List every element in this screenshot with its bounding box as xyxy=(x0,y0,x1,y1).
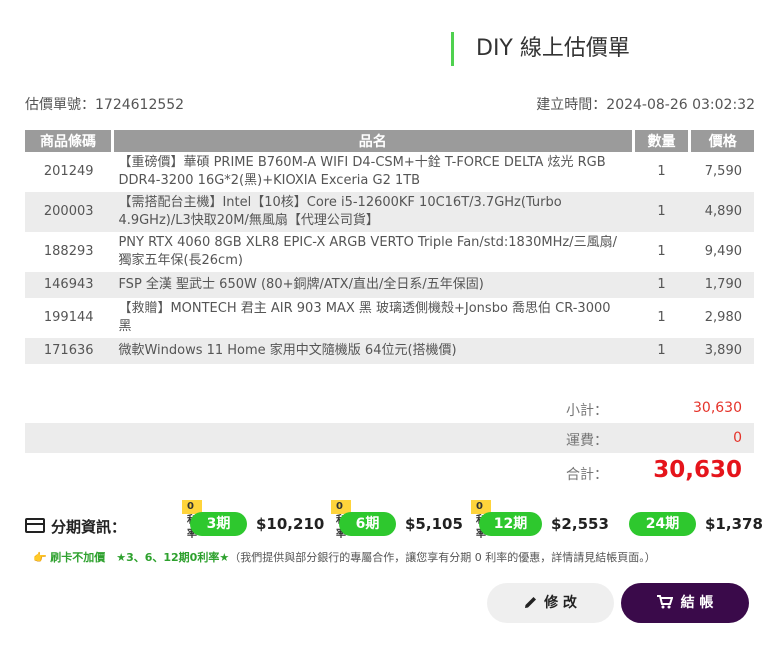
shipping-value: 0 xyxy=(733,430,742,446)
item-name: 【需搭配台主機】Intel【10核】Core i5-12600KF 10C16T… xyxy=(112,192,633,232)
item-code: 146943 xyxy=(25,272,113,298)
quote-number: 估價單號：1724612552 xyxy=(25,97,185,113)
pencil-icon xyxy=(525,597,537,608)
page-title: DIY 線上估價單 xyxy=(476,36,630,61)
item-qty: 1 xyxy=(633,152,690,192)
shipping-row: 運費： 0 xyxy=(25,423,754,453)
header-qty: 數量 xyxy=(633,130,692,152)
item-code: 200003 xyxy=(25,192,113,232)
installment-amount: $1,378 xyxy=(705,515,763,533)
table-row: 199144 【救贈】MONTECH 君主 AIR 903 MAX 黑 玻璃透側… xyxy=(25,298,754,338)
item-price: 7,590 xyxy=(689,152,754,192)
item-price: 4,890 xyxy=(689,192,754,232)
header-name: 品名 xyxy=(112,130,635,152)
item-name: 【救贈】MONTECH 君主 AIR 903 MAX 黑 玻璃透側機殼+Jons… xyxy=(112,298,633,338)
subtotal-value: 30,630 xyxy=(693,400,742,416)
edit-button-label: 修 改 xyxy=(544,595,577,611)
item-code: 171636 xyxy=(25,338,113,364)
item-name: FSP 全漢 聖武士 650W (80+銅牌/ATX/直出/全日系/五年保固) xyxy=(112,272,633,298)
item-price: 3,890 xyxy=(689,338,754,364)
pointing-hand-icon: 👉 xyxy=(33,551,47,564)
header-code: 商品條碼 xyxy=(25,130,114,152)
table-row: 188293 PNY RTX 4060 8GB XLR8 EPIC-X ARGB… xyxy=(25,232,754,272)
installment-amount: $2,553 xyxy=(551,515,609,533)
checkout-button-label: 結 帳 xyxy=(680,595,714,611)
period-pill: 12期 xyxy=(479,512,542,536)
shipping-label: 運費： xyxy=(566,433,608,449)
period-pill: 6期 xyxy=(339,512,396,536)
checkout-button[interactable]: 結 帳 xyxy=(621,583,749,623)
item-qty: 1 xyxy=(633,338,690,364)
installment-label-text: 分期資訊： xyxy=(51,518,127,536)
header-price: 價格 xyxy=(689,130,754,152)
period-pill: 24期 xyxy=(629,512,696,536)
table-row: 171636 微軟Windows 11 Home 家用中文隨機版 64位元(搭機… xyxy=(25,338,754,364)
title-bar: DIY 線上估價單 xyxy=(451,32,630,66)
item-qty: 1 xyxy=(633,298,690,338)
subtotal-label: 小計： xyxy=(566,403,608,419)
installment-amount: $10,210 xyxy=(256,515,325,533)
credit-card-icon xyxy=(25,518,45,533)
item-code: 199144 xyxy=(25,298,113,338)
total-label: 合計： xyxy=(566,467,608,483)
installment-amount: $5,105 xyxy=(405,515,463,533)
item-code: 188293 xyxy=(25,232,113,272)
item-qty: 1 xyxy=(633,192,690,232)
total-row: 合計： 30,630 xyxy=(25,457,754,487)
edit-button[interactable]: 修 改 xyxy=(487,583,614,623)
item-code: 201249 xyxy=(25,152,113,192)
item-name: 微軟Windows 11 Home 家用中文隨機版 64位元(搭機價) xyxy=(112,338,633,364)
item-qty: 1 xyxy=(633,232,690,272)
subtotal-row: 小計： 30,630 xyxy=(25,393,754,423)
item-qty: 1 xyxy=(633,272,690,298)
item-name: 【重磅價】華碩 PRIME B760M-A WIFI D4-CSM+十銓 T-F… xyxy=(112,152,633,192)
created-time: 建立時間：2024-08-26 03:02:32 xyxy=(536,97,755,113)
table-row: 200003 【需搭配台主機】Intel【10核】Core i5-12600KF… xyxy=(25,192,754,232)
installment-note: 👉 刷卡不加價 ★3、6、12期0利率★（我們提供與部分銀行的專屬合作，讓您享有… xyxy=(33,549,656,565)
item-name: PNY RTX 4060 8GB XLR8 EPIC-X ARGB VERTO … xyxy=(112,232,633,272)
item-price: 2,980 xyxy=(689,298,754,338)
table-row: 146943 FSP 全漢 聖武士 650W (80+銅牌/ATX/直出/全日系… xyxy=(25,272,754,298)
item-price: 1,790 xyxy=(689,272,754,298)
item-price: 9,490 xyxy=(689,232,754,272)
period-pill: 3期 xyxy=(190,512,247,536)
total-value: 30,630 xyxy=(653,457,742,483)
cart-icon xyxy=(656,595,673,609)
installment-label: 分期資訊： xyxy=(25,516,126,537)
table-row: 201249 【重磅價】華碩 PRIME B760M-A WIFI D4-CSM… xyxy=(25,152,754,192)
items-table: 商品條碼 品名 數量 價格 201249 【重磅價】華碩 PRIME B760M… xyxy=(25,130,754,364)
note-highlight: 刷卡不加價 ★3、6、12期0利率★ xyxy=(50,551,230,564)
note-text: （我們提供與部分銀行的專屬合作，讓您享有分期 0 利率的優惠，詳情請見結帳頁面。… xyxy=(229,551,656,564)
